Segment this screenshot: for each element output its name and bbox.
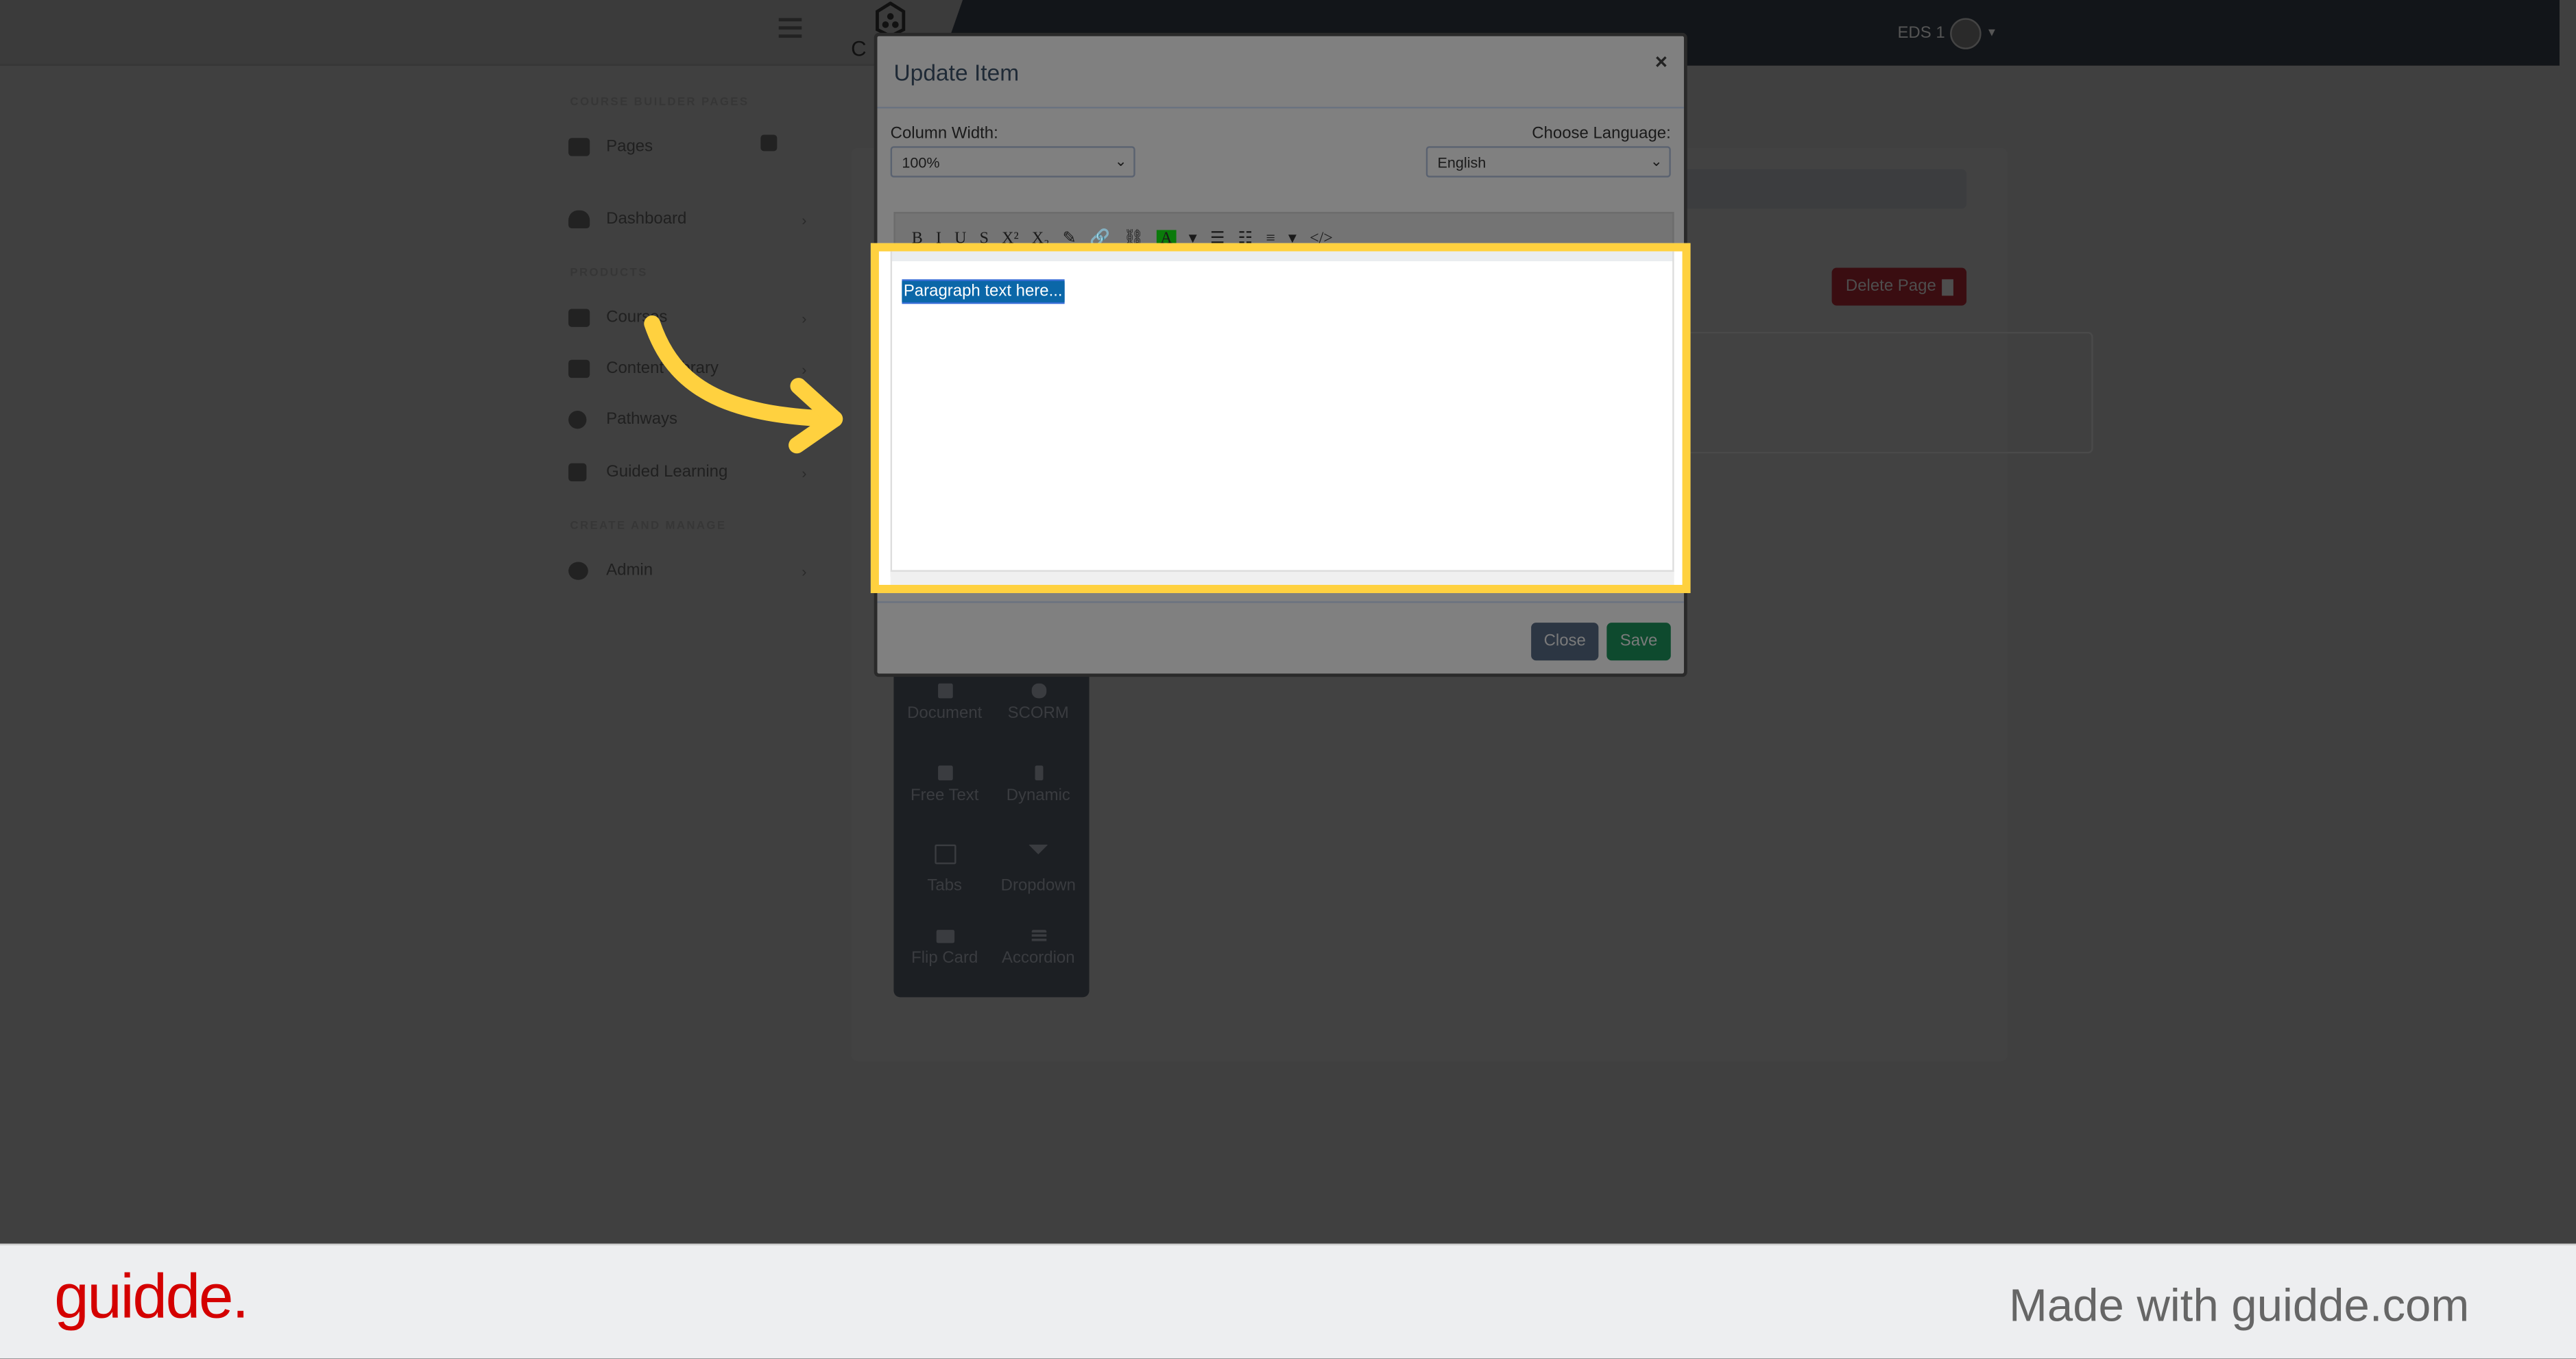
highlight-box: Paragraph text here... (870, 243, 1691, 593)
user-name: EDS 1 (1897, 24, 1945, 43)
screen: C EDS 1 ▼ COURSE BUILDER PAGES Pages Dash… (0, 0, 2576, 1359)
plus-square-icon[interactable] (760, 134, 778, 151)
divider (877, 106, 1684, 109)
bolt-icon (1034, 765, 1043, 781)
caret-down-icon: ▼ (1986, 27, 1998, 40)
chevron-right-icon: › (802, 211, 807, 228)
sidebar-item-admin[interactable]: Admin › (568, 562, 807, 580)
sidebar-section-title: CREATE AND MANAGE (570, 520, 727, 533)
trash-icon (1940, 278, 1953, 296)
bank-icon (568, 138, 590, 156)
square-icon (937, 765, 952, 781)
palette-dropdown[interactable]: Dropdown (989, 844, 1087, 895)
brand-text: C (851, 36, 867, 61)
language-select[interactable]: English ⌄ (1425, 146, 1671, 178)
palette-document[interactable]: Document (895, 683, 994, 723)
palette-label: Accordion (1002, 949, 1075, 968)
sidebar-section-title: COURSE BUILDER PAGES (570, 97, 749, 109)
palette-flip-card[interactable]: Flip Card (895, 930, 994, 967)
close-icon[interactable]: × (1655, 49, 1668, 74)
sidebar-item-label: Pages (606, 138, 653, 156)
chevron-down-icon: ⌄ (1114, 152, 1127, 169)
hamburger-menu-icon[interactable] (778, 18, 802, 38)
palette-accordion[interactable]: Accordion (989, 930, 1087, 967)
database-icon (1031, 683, 1046, 699)
avatar-icon (1949, 18, 1982, 49)
caret-down-icon (1028, 844, 1048, 854)
select-value: 100% (902, 154, 940, 170)
file-icon (937, 683, 952, 699)
clipboard-list-icon (568, 463, 587, 482)
delete-page-button[interactable]: Delete Page (1831, 267, 1967, 306)
award-icon (568, 411, 587, 429)
bars-icon (1031, 930, 1046, 943)
delete-page-label: Delete Page (1845, 277, 1936, 296)
palette-label: Dynamic (1006, 786, 1070, 806)
select-value: English (1437, 154, 1486, 170)
guidde-footer: guidde. Made with guidde.com (0, 1243, 2576, 1359)
file-alt-icon (934, 844, 956, 865)
palette-label: Document (907, 704, 983, 723)
choose-language-label: Choose Language: (1532, 125, 1671, 143)
editor-selected-text[interactable]: Paragraph text here... (902, 280, 1065, 302)
top-navbar (0, 0, 986, 66)
arrow-pointer-icon (644, 315, 843, 454)
palette-free-text[interactable]: Free Text (895, 765, 994, 806)
editor-resize-handle[interactable] (890, 570, 1674, 585)
column-width-label: Column Width: (890, 125, 998, 143)
palette-label: Dropdown (1000, 877, 1076, 895)
sidebar-item-pages[interactable]: Pages (568, 134, 806, 156)
palette-dynamic[interactable]: Dynamic (989, 765, 1087, 806)
sidebar-item-dashboard[interactable]: Dashboard › (568, 210, 807, 229)
gear-icon (568, 562, 588, 580)
palette-label: Tabs (927, 877, 963, 895)
close-button[interactable]: Close (1531, 623, 1599, 661)
content-row (1643, 332, 2093, 454)
column-width-select[interactable]: 100% ⌄ (890, 146, 1135, 178)
palette-label: Free Text (911, 786, 979, 806)
chevron-right-icon: › (802, 562, 807, 579)
sidebar-item-label: Admin (606, 562, 653, 580)
sidebar-item-label: Dashboard (606, 210, 687, 229)
folder-icon (935, 930, 954, 943)
modal-title: Update Item (893, 59, 1020, 86)
chalkboard-teacher-icon (568, 309, 590, 327)
guidde-logo: guidde. (54, 1263, 249, 1333)
page-title-bar (1643, 169, 1967, 209)
save-button[interactable]: Save (1606, 623, 1671, 661)
divider (877, 601, 1684, 603)
user-menu[interactable]: EDS 1 ▼ (1897, 18, 1997, 49)
palette-label: SCORM (1007, 704, 1069, 723)
palette-tabs[interactable]: Tabs (895, 844, 994, 895)
book-icon (568, 359, 590, 378)
palette-label: Flip Card (911, 949, 978, 968)
chevron-down-icon: ⌄ (1650, 152, 1663, 169)
tachometer-icon (568, 210, 590, 229)
sidebar-section-title: PRODUCTS (570, 267, 648, 280)
made-with-text: Made with guidde.com (2008, 1279, 2470, 1331)
element-palette: Document SCORM Free Text Dynamic Tabs Dr… (893, 657, 1090, 998)
palette-scorm[interactable]: SCORM (989, 683, 1087, 723)
